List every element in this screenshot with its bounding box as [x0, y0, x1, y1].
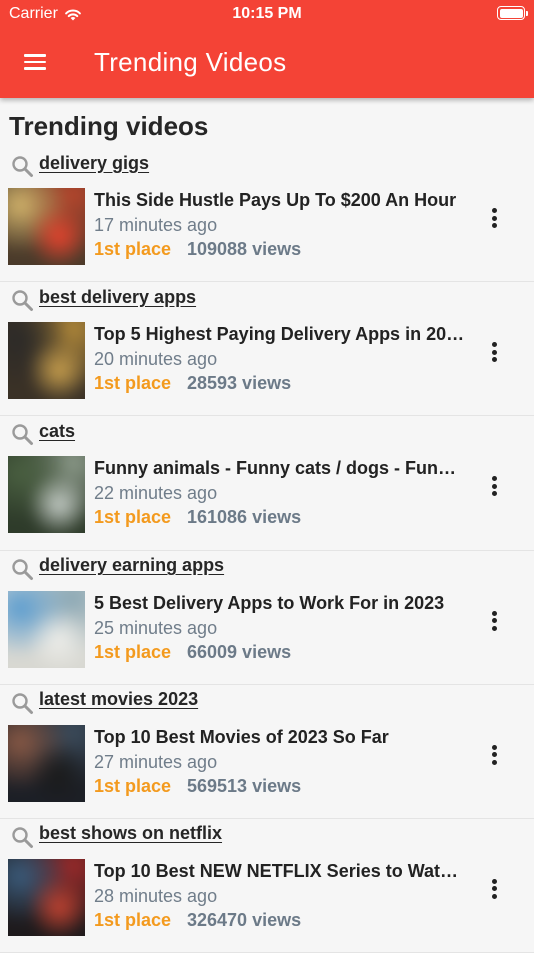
- video-time: 28 minutes ago: [94, 885, 218, 906]
- search-query-text: best delivery apps: [39, 286, 197, 307]
- rank-label: 1st place: [94, 507, 172, 528]
- thumbnail-image: [8, 188, 85, 265]
- trending-list: delivery gigs This Side Hustle Pays Up T…: [0, 148, 534, 953]
- search-icon: [12, 693, 33, 714]
- rank-label: 1st place: [94, 909, 172, 930]
- video-thumbnail: [8, 322, 85, 400]
- video-title: Top 10 Best Movies of 2023 So Far: [94, 726, 389, 747]
- status-time: 10:15 PM: [232, 5, 302, 22]
- video-time: 25 minutes ago: [94, 617, 218, 638]
- search-query-link[interactable]: latest movies 2023: [10, 687, 198, 717]
- video-title: 5 Best Delivery Apps to Work For in 2023: [94, 592, 445, 613]
- rank-label: 1st place: [94, 239, 172, 259]
- menu-icon[interactable]: [22, 51, 50, 73]
- more-options-icon[interactable]: [482, 609, 506, 633]
- video-thumbnail: [8, 724, 85, 802]
- video-thumbnail: [8, 188, 85, 265]
- video-item[interactable]: This Side Hustle Pays Up To $200 An Hour…: [0, 186, 534, 268]
- search-icon: [12, 424, 33, 446]
- search-query-text: delivery earning apps: [39, 555, 225, 576]
- video-time: 22 minutes ago: [94, 483, 218, 504]
- video-time: 27 minutes ago: [94, 751, 218, 772]
- rank-label: 1st place: [94, 373, 172, 394]
- thumbnail-image: [8, 724, 85, 802]
- page-heading: Trending videos: [9, 111, 209, 141]
- video-thumbnail: [8, 858, 85, 936]
- rank-label: 1st place: [94, 641, 172, 662]
- view-count: 326470 views: [187, 909, 302, 930]
- more-options-icon[interactable]: [482, 206, 506, 230]
- thumbnail-image: [8, 322, 85, 400]
- search-query-text: cats: [39, 420, 76, 441]
- view-count: 66009 views: [187, 641, 292, 662]
- thumbnail-image: [8, 858, 85, 936]
- more-options-icon[interactable]: [482, 877, 506, 901]
- search-query-text: latest movies 2023: [39, 689, 199, 710]
- search-icon: [12, 290, 33, 312]
- more-options-icon[interactable]: [482, 474, 506, 498]
- video-thumbnail: [8, 456, 85, 534]
- view-count: 161086 views: [187, 507, 302, 528]
- video-item[interactable]: Funny animals - Funny cats / dogs - Funn…: [0, 454, 534, 536]
- view-count: 28593 views: [187, 373, 292, 394]
- view-count: 569513 views: [187, 775, 302, 796]
- video-title: Funny animals - Funny cats / dogs - Funn…: [94, 458, 466, 479]
- search-query-text: delivery gigs: [39, 152, 150, 173]
- status-bar: Carrier 10:15 PM: [0, 0, 534, 28]
- search-query-link[interactable]: delivery gigs: [10, 150, 149, 180]
- trend-entry: latest movies 2023 Top 10 Best Movies of…: [0, 685, 534, 819]
- search-query-link[interactable]: cats: [10, 418, 75, 448]
- video-title: This Side Hustle Pays Up To $200 An Hour: [94, 190, 457, 210]
- thumbnail-image: [8, 590, 85, 668]
- search-query-text: best shows on netflix: [39, 823, 223, 844]
- app-bar: Carrier 10:15 PM Trending Videos: [0, 0, 534, 98]
- video-title: Top 5 Highest Paying Delivery Apps in 20…: [94, 324, 466, 345]
- rank-label: 1st place: [94, 775, 172, 796]
- battery-icon: [497, 6, 528, 20]
- trend-entry: delivery gigs This Side Hustle Pays Up T…: [0, 148, 534, 283]
- search-icon: [12, 156, 33, 177]
- video-item[interactable]: Top 5 Highest Paying Delivery Apps in 20…: [0, 320, 534, 402]
- trend-entry: delivery earning apps 5 Best Delivery Ap…: [0, 551, 534, 685]
- thumbnail-image: [8, 456, 85, 534]
- search-query-link[interactable]: best shows on netflix: [10, 821, 222, 851]
- video-item[interactable]: Top 10 Best Movies of 2023 So Far 27 min…: [0, 723, 534, 805]
- video-item[interactable]: 5 Best Delivery Apps to Work For in 2023…: [0, 589, 534, 671]
- view-count: 109088 views: [187, 239, 302, 259]
- search-icon: [12, 827, 33, 848]
- trend-entry: best delivery apps Top 5 Highest Paying …: [0, 282, 534, 417]
- app-bar-title: Trending Videos: [94, 47, 287, 77]
- search-query-link[interactable]: best delivery apps: [10, 284, 196, 314]
- video-time: 20 minutes ago: [94, 349, 218, 370]
- video-item[interactable]: Top 10 Best NEW NETFLIX Series to Watch …: [0, 857, 534, 939]
- search-query-link[interactable]: delivery earning apps: [10, 553, 224, 583]
- trend-entry: cats Funny animals - Funny cats / dogs -…: [0, 416, 534, 551]
- more-options-icon[interactable]: [482, 340, 506, 364]
- search-icon: [12, 558, 33, 580]
- video-time: 17 minutes ago: [94, 215, 218, 235]
- more-options-icon[interactable]: [482, 743, 506, 767]
- trend-entry: best shows on netflix Top 10 Best NEW NE…: [0, 819, 534, 953]
- video-title: Top 10 Best NEW NETFLIX Series to Watch …: [94, 860, 466, 881]
- video-thumbnail: [8, 590, 85, 668]
